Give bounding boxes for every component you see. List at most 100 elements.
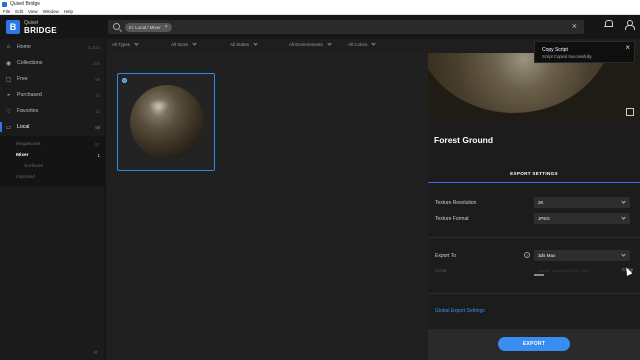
sidebar-item-count: 11 <box>95 108 100 114</box>
notification-toast: Copy Script Script Copied Successfully × <box>534 41 635 63</box>
export-footer: EXPORT <box>428 329 640 360</box>
window-titlebar: Quixel Bridge <box>0 0 640 8</box>
collapse-sidebar-icon[interactable]: « <box>94 350 97 356</box>
filter-colors[interactable]: All Colors <box>348 41 376 47</box>
filter-label: All Types <box>112 42 131 47</box>
collections-icon: ◉ <box>5 60 12 67</box>
asset-thumbnail <box>130 85 204 159</box>
filter-sizes[interactable]: All Sizes <box>171 41 197 47</box>
subnav-count: 1 <box>97 153 100 158</box>
select-value: 2K <box>538 200 544 205</box>
sidebar-item-label: Local <box>17 124 30 130</box>
fullscreen-icon[interactable] <box>626 108 634 116</box>
close-icon[interactable]: × <box>625 43 630 52</box>
asset-preview <box>428 53 640 121</box>
sidebar-item-count: 105 <box>92 60 100 66</box>
brand-line2: BRIDGE <box>24 26 57 35</box>
chevron-down-icon <box>327 41 332 46</box>
sidebar-item-label: Favorites <box>17 108 39 114</box>
local-subnav: Megascans 57 Mixer 1 Surfaces Imported <box>0 136 106 186</box>
tab-export-settings[interactable]: EXPORT SETTINGS <box>428 165 640 183</box>
cart-icon: ◒ <box>6 92 11 98</box>
sidebar-item-free[interactable]: ▢ Free 58 <box>0 72 106 86</box>
filter-environments[interactable]: All Environments <box>289 41 332 47</box>
filter-label: All Colors <box>348 42 368 47</box>
heart-icon: ♡ <box>5 108 12 115</box>
selected-indicator-icon[interactable] <box>122 78 127 83</box>
search-icon <box>113 23 120 30</box>
search-chip-label: In: Local / Mixer <box>129 24 161 30</box>
chevron-down-icon <box>134 41 139 46</box>
home-icon: ⌂ <box>6 44 11 50</box>
sidebar-item-label: Purchased <box>17 92 42 98</box>
sidebar-item-label: Home <box>17 44 31 50</box>
divider <box>428 293 640 294</box>
sidebar-item-count: 58 <box>95 76 100 82</box>
subnav-item-megascans[interactable]: Megascans <box>16 142 41 147</box>
filter-label: All Sizes <box>171 42 189 47</box>
filter-label: All Environments <box>289 42 323 47</box>
export-to-select[interactable]: 3ds Max <box>534 250 630 261</box>
search-bar[interactable]: In: Local / Mixer × × <box>108 20 584 34</box>
sidebar-item-label: Free <box>17 76 28 82</box>
filter-types[interactable]: All Types <box>112 41 139 47</box>
script-label: Script <box>435 268 447 273</box>
texture-format-select[interactable]: JPEG <box>534 213 630 224</box>
filter-states[interactable]: All States <box>230 41 258 47</box>
select-value: 3ds Max <box>538 253 556 258</box>
chevron-down-icon <box>371 41 376 46</box>
sidebar-item-home[interactable]: ⌂ Home 11,818 <box>0 40 106 54</box>
filter-bar: All Types All Sizes All States All Envir… <box>106 39 428 53</box>
brand-logo[interactable]: B Quixel BRIDGE <box>6 18 66 36</box>
notifications-bell-icon[interactable] <box>604 20 613 29</box>
menu-file[interactable]: File <box>3 9 10 14</box>
menu-window[interactable]: Window <box>43 9 59 14</box>
chevron-down-icon <box>253 41 258 46</box>
chip-close-icon[interactable]: × <box>165 24 168 30</box>
sidebar: ⌂ Home 11,818 ◉ Collections 105 ▢ Free 5… <box>0 39 106 360</box>
subnav-count: 57 <box>94 142 100 147</box>
asset-title: Forest Ground <box>434 135 494 145</box>
sidebar-item-count: 31 <box>95 92 100 98</box>
search-filter-chip[interactable]: In: Local / Mixer × <box>125 22 172 32</box>
asset-card[interactable] <box>117 73 215 171</box>
sidebar-item-collections[interactable]: ◉ Collections 105 <box>0 56 106 70</box>
bridge-logo-icon: B <box>6 20 20 34</box>
menu-bar: File Edit View Window Help <box>0 8 640 15</box>
subnav-item-mixer[interactable]: Mixer <box>16 153 29 158</box>
texture-resolution-select[interactable]: 2K <box>534 197 630 208</box>
clear-search-icon[interactable]: × <box>572 21 577 31</box>
divider <box>428 237 640 238</box>
filter-label: All States <box>230 42 250 47</box>
export-to-label: Export To <box>435 253 457 259</box>
script-path: \quixel_bridge\3ds Max_2017 <box>538 268 591 273</box>
asset-details-panel: Forest Ground EXPORT SETTINGS Texture Re… <box>428 53 640 360</box>
sidebar-item-count: 58 <box>95 124 100 130</box>
sidebar-item-label: Collections <box>17 60 43 66</box>
texture-resolution-label: Texture Resolution <box>435 200 477 206</box>
menu-view[interactable]: View <box>28 9 38 14</box>
global-export-settings-link[interactable]: Global Export Settings <box>435 308 485 314</box>
menu-edit[interactable]: Edit <box>15 9 23 14</box>
menu-help[interactable]: Help <box>64 9 73 14</box>
export-button[interactable]: EXPORT <box>498 337 570 351</box>
chevron-down-icon <box>621 252 626 257</box>
sidebar-item-count: 11,818 <box>87 44 100 50</box>
monitor-icon: ▭ <box>5 124 12 131</box>
sidebar-item-purchased[interactable]: ◒ Purchased 31 <box>0 88 106 102</box>
sidebar-item-favorites[interactable]: ♡ Favorites 11 <box>0 104 106 118</box>
sidebar-item-local[interactable]: ▭ Local 58 <box>0 120 106 134</box>
toast-message: Script Copied Successfully <box>542 54 592 59</box>
texture-format-label: Texture Format <box>435 216 469 222</box>
loading-indicator <box>534 274 544 276</box>
help-icon[interactable]: ? <box>524 252 530 258</box>
chevron-down-icon <box>192 41 197 46</box>
chevron-down-icon <box>621 199 626 204</box>
subnav-item-imported[interactable]: Imported <box>16 175 35 180</box>
tab-label: EXPORT SETTINGS <box>510 171 558 176</box>
window-title: Quixel Bridge <box>10 1 41 7</box>
app-icon <box>2 1 7 7</box>
top-bar: B Quixel BRIDGE In: Local / Mixer × × <box>0 15 640 39</box>
user-account-icon[interactable] <box>624 20 635 30</box>
subnav-item-surfaces[interactable]: Surfaces <box>24 164 43 169</box>
